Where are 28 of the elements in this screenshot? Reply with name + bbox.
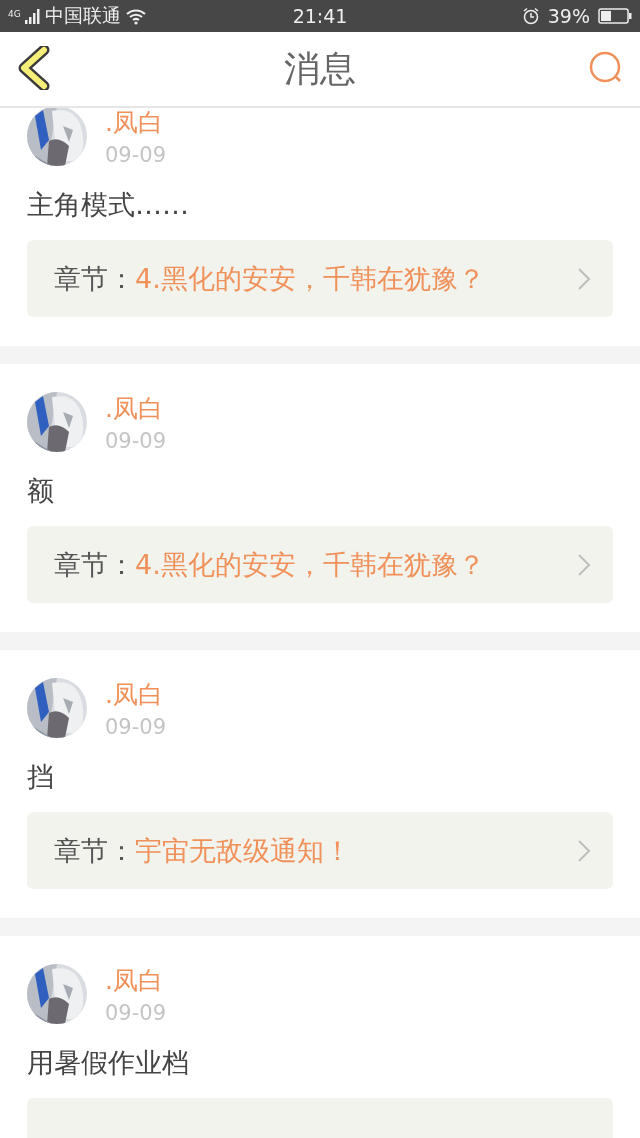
- message-text: 额: [27, 474, 55, 508]
- user-name: .凤白: [105, 966, 164, 996]
- message-text: 挡: [27, 760, 55, 794]
- page-title: 消息: [284, 46, 356, 91]
- alarm-icon: [521, 7, 540, 25]
- message-date: 09-09: [105, 1000, 167, 1026]
- message-text: 用暑假作业档: [27, 1046, 190, 1080]
- message-date: 09-09: [105, 714, 167, 740]
- message-text: 主角模式……: [27, 188, 190, 222]
- chevron-right-icon: [577, 552, 591, 577]
- message-date: 09-09: [105, 142, 167, 168]
- message-date: 09-09: [105, 428, 167, 454]
- carrier-name: 中国联通: [44, 3, 121, 28]
- battery-icon: [598, 7, 632, 25]
- back-button[interactable]: [16, 45, 52, 93]
- user-name: .凤白: [105, 394, 164, 424]
- user-name: .凤白: [105, 680, 164, 710]
- battery-percent: 39%: [547, 5, 590, 27]
- wifi-icon: [124, 7, 147, 25]
- signal-icon: [24, 8, 41, 24]
- chevron-right-icon: [577, 838, 591, 863]
- network-type: 4G: [8, 9, 21, 19]
- chapter-link[interactable]: 章节：宇宙无敌级通知！: [27, 812, 613, 889]
- clock-time: 21:41: [292, 5, 348, 27]
- chevron-right-icon: [577, 266, 591, 291]
- chapter-link[interactable]: 章节：4.黑化的安安，千韩在犹豫？: [27, 526, 613, 603]
- chapter-link[interactable]: 章节：4.黑化的安安，千韩在犹豫？: [27, 240, 613, 317]
- user-name: .凤白: [105, 108, 164, 138]
